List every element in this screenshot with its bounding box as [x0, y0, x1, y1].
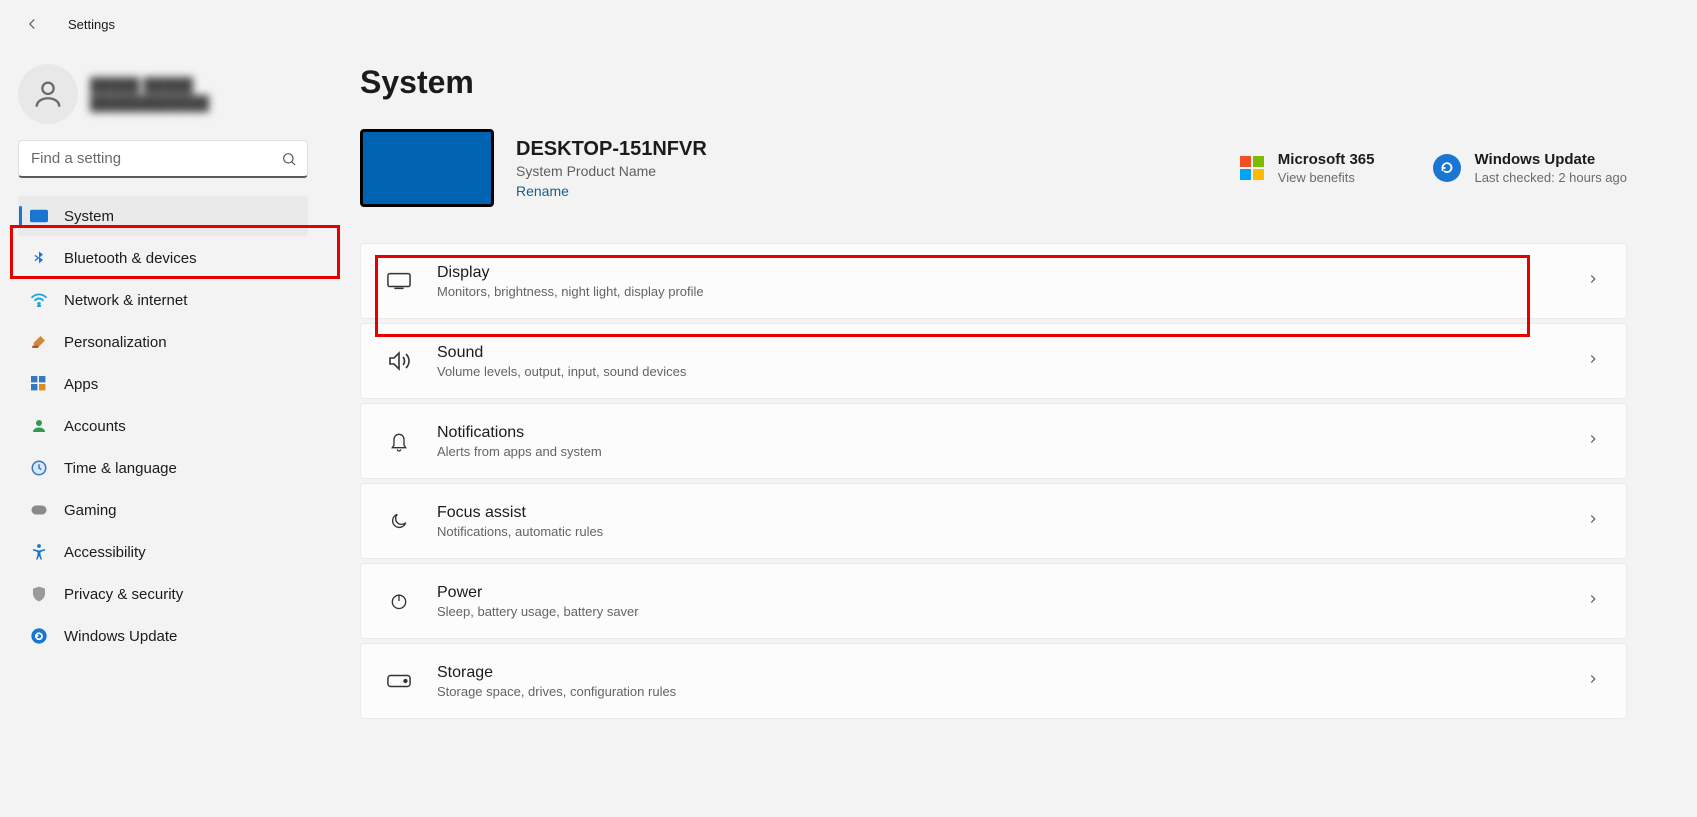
chevron-right-icon	[1586, 592, 1600, 611]
nav: System Bluetooth & devices Network & int…	[18, 196, 308, 656]
accessibility-icon	[30, 543, 48, 561]
nav-item-label: Bluetooth & devices	[64, 250, 197, 267]
card-sub: Alerts from apps and system	[437, 444, 1560, 459]
nav-item-accounts[interactable]: Accounts	[18, 406, 308, 446]
card-sub: Volume levels, output, input, sound devi…	[437, 364, 1560, 379]
nav-item-label: Time & language	[64, 460, 177, 477]
page-title: System	[360, 64, 1627, 101]
nav-item-privacy[interactable]: Privacy & security	[18, 574, 308, 614]
ms365-sub: View benefits	[1278, 170, 1375, 185]
device-info: DESKTOP-151NFVR System Product Name Rena…	[516, 138, 707, 199]
device-name: DESKTOP-151NFVR	[516, 138, 707, 161]
nav-item-time-language[interactable]: Time & language	[18, 448, 308, 488]
nav-item-label: Privacy & security	[64, 586, 183, 603]
storage-icon	[387, 674, 411, 688]
card-title: Sound	[437, 344, 1560, 362]
nav-item-label: Accounts	[64, 418, 126, 435]
card-focus-assist[interactable]: Focus assist Notifications, automatic ru…	[360, 483, 1627, 559]
windows-update-box[interactable]: Windows Update Last checked: 2 hours ago	[1433, 151, 1628, 185]
avatar	[18, 64, 78, 124]
chevron-right-icon	[1586, 672, 1600, 691]
hero-row: DESKTOP-151NFVR System Product Name Rena…	[360, 129, 1627, 207]
profile-block[interactable]: █████ █████ ████████████	[18, 64, 308, 124]
nav-item-label: Gaming	[64, 502, 117, 519]
accounts-icon	[30, 417, 48, 435]
nav-item-personalization[interactable]: Personalization	[18, 322, 308, 362]
gamepad-icon	[30, 501, 48, 519]
nav-item-apps[interactable]: Apps	[18, 364, 308, 404]
update-icon	[30, 627, 48, 645]
system-icon	[30, 207, 48, 225]
chevron-right-icon	[1586, 512, 1600, 531]
card-title: Focus assist	[437, 504, 1560, 522]
sidebar: █████ █████ ████████████ System Bluetoot…	[0, 48, 320, 817]
bell-icon	[387, 430, 411, 452]
sound-icon	[387, 351, 411, 371]
device-thumb	[360, 129, 494, 207]
wu-title: Windows Update	[1475, 151, 1628, 168]
titlebar: Settings	[0, 0, 1697, 48]
nav-item-windows-update[interactable]: Windows Update	[18, 616, 308, 656]
card-sub: Sleep, battery usage, battery saver	[437, 604, 1560, 619]
card-title: Power	[437, 584, 1560, 602]
brush-icon	[30, 333, 48, 351]
nav-item-gaming[interactable]: Gaming	[18, 490, 308, 530]
search-box[interactable]	[18, 140, 308, 178]
app-title: Settings	[68, 17, 115, 32]
card-title: Display	[437, 264, 1560, 282]
card-title: Storage	[437, 664, 1560, 682]
nav-item-label: Apps	[64, 376, 98, 393]
profile-text-blurred: █████ █████ ████████████	[90, 76, 209, 112]
wu-sub: Last checked: 2 hours ago	[1475, 170, 1628, 185]
nav-item-label: Accessibility	[64, 544, 146, 561]
card-display[interactable]: Display Monitors, brightness, night ligh…	[360, 243, 1627, 319]
nav-item-network[interactable]: Network & internet	[18, 280, 308, 320]
chevron-right-icon	[1586, 352, 1600, 371]
back-button[interactable]	[20, 12, 44, 36]
apps-icon	[30, 375, 48, 393]
shield-icon	[30, 585, 48, 603]
moon-icon	[387, 511, 411, 531]
card-sub: Monitors, brightness, night light, displ…	[437, 284, 1560, 299]
nav-item-bluetooth[interactable]: Bluetooth & devices	[18, 238, 308, 278]
nav-item-label: Network & internet	[64, 292, 187, 309]
ms365-box[interactable]: Microsoft 365 View benefits	[1240, 151, 1375, 185]
card-storage[interactable]: Storage Storage space, drives, configura…	[360, 643, 1627, 719]
chevron-right-icon	[1586, 272, 1600, 291]
nav-item-system[interactable]: System	[18, 196, 308, 236]
ms365-title: Microsoft 365	[1278, 151, 1375, 168]
clock-icon	[30, 459, 48, 477]
card-power[interactable]: Power Sleep, battery usage, battery save…	[360, 563, 1627, 639]
display-icon	[387, 272, 411, 290]
card-sub: Notifications, automatic rules	[437, 524, 1560, 539]
rename-link[interactable]: Rename	[516, 183, 707, 199]
power-icon	[387, 591, 411, 611]
device-product: System Product Name	[516, 163, 707, 179]
card-title: Notifications	[437, 424, 1560, 442]
person-icon	[31, 77, 65, 111]
card-sub: Storage space, drives, configuration rul…	[437, 684, 1560, 699]
nav-item-label: System	[64, 208, 114, 225]
microsoft-logo-icon	[1240, 156, 1264, 180]
card-sound[interactable]: Sound Volume levels, output, input, soun…	[360, 323, 1627, 399]
arrow-left-icon	[23, 15, 41, 33]
chevron-right-icon	[1586, 432, 1600, 451]
update-icon	[1433, 154, 1461, 182]
settings-cards: Display Monitors, brightness, night ligh…	[360, 243, 1627, 719]
nav-item-label: Windows Update	[64, 628, 177, 645]
search-icon	[281, 151, 297, 167]
wifi-icon	[30, 291, 48, 309]
main-panel: System DESKTOP-151NFVR System Product Na…	[320, 48, 1697, 817]
bluetooth-icon	[30, 249, 48, 267]
nav-item-label: Personalization	[64, 334, 167, 351]
search-input[interactable]	[31, 150, 281, 167]
nav-item-accessibility[interactable]: Accessibility	[18, 532, 308, 572]
card-notifications[interactable]: Notifications Alerts from apps and syste…	[360, 403, 1627, 479]
